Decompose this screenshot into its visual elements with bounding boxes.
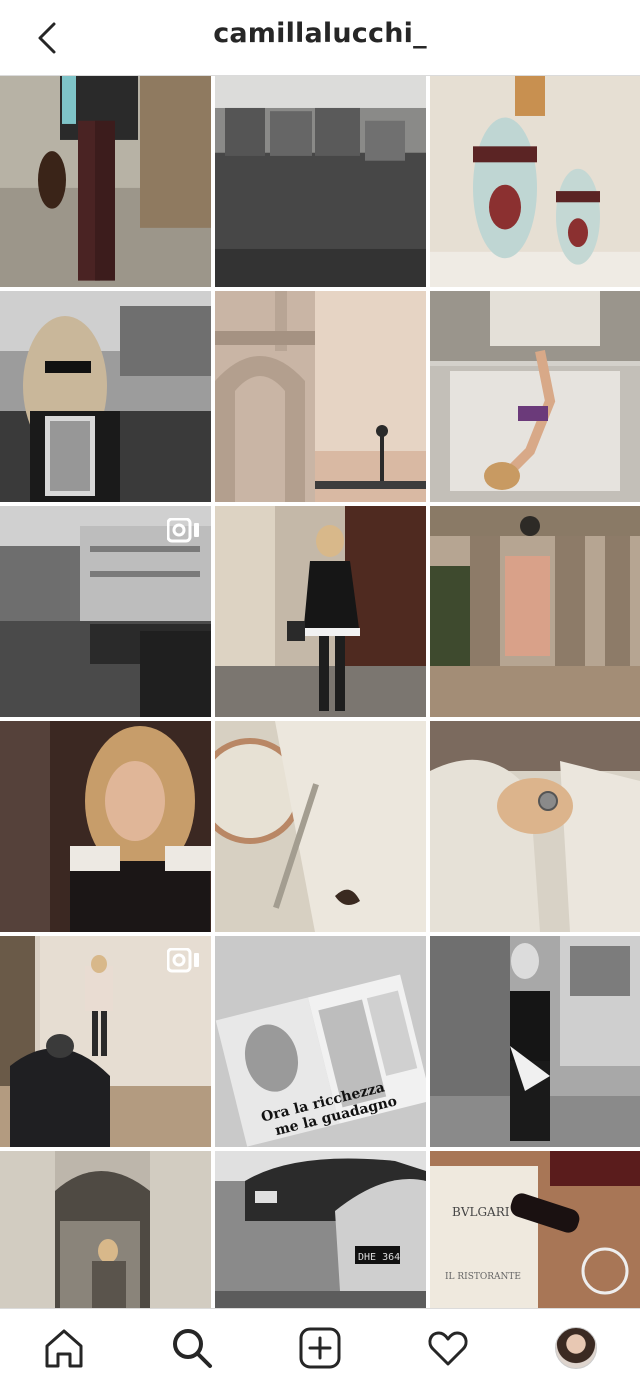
post-image (215, 506, 426, 717)
post-tile-street-boots[interactable] (0, 76, 211, 287)
svg-text:IL RISTORANTE: IL RISTORANTE (445, 1272, 521, 1282)
svg-text:BVLGARI: BVLGARI (452, 1205, 510, 1219)
nav-new-post-button[interactable] (288, 1316, 352, 1380)
post-tile-portrait-blonde[interactable] (0, 721, 211, 932)
posts-grid[interactable]: Ora la ricchezza me la guadagno DHE 364 … (0, 76, 640, 1308)
search-icon (173, 1328, 212, 1368)
profile-avatar (555, 1326, 597, 1369)
post-tile-cars-bw[interactable]: DHE 364 (215, 1151, 426, 1308)
post-image (430, 721, 640, 932)
post-image: Ora la ricchezza me la guadagno (215, 936, 426, 1147)
heart-icon (428, 1331, 468, 1365)
post-image (0, 76, 211, 287)
nav-activity-button[interactable] (416, 1316, 480, 1380)
post-tile-bvlgari-menu[interactable]: BVLGARI IL RISTORANTE (430, 1151, 640, 1308)
post-image (0, 721, 211, 932)
nav-profile-button[interactable] (544, 1316, 608, 1380)
post-tile-sofa[interactable] (215, 76, 426, 287)
post-tile-woman-bed[interactable] (430, 291, 640, 502)
svg-text:DHE 364: DHE 364 (358, 1252, 400, 1263)
post-tile-woman-arcade[interactable] (0, 1151, 211, 1308)
post-tile-eggs[interactable] (430, 76, 640, 287)
post-tile-photoshoot[interactable] (0, 936, 211, 1147)
home-icon (45, 1329, 83, 1367)
post-tile-woman-tram-bw[interactable] (430, 936, 640, 1147)
post-image (430, 76, 640, 287)
nav-home-button[interactable] (32, 1316, 96, 1380)
top-bar: camillalucchi_ (0, 0, 640, 76)
post-image (215, 291, 426, 502)
bottom-navigation (0, 1308, 640, 1386)
post-tile-venice-canal-bw[interactable] (0, 506, 211, 717)
post-image (0, 291, 211, 502)
post-tile-arcade-courtyard[interactable] (430, 506, 640, 717)
post-image: BVLGARI IL RISTORANTE (430, 1151, 640, 1308)
nav-search-button[interactable] (160, 1316, 224, 1380)
post-tile-doge-palace[interactable] (215, 291, 426, 502)
post-tile-magazine[interactable]: Ora la ricchezza me la guadagno (215, 936, 426, 1147)
post-image (215, 76, 426, 287)
post-tile-table-setting[interactable] (215, 721, 426, 932)
post-image (430, 936, 640, 1147)
post-tile-woman-boat-bw[interactable] (0, 291, 211, 502)
post-image: DHE 364 (215, 1151, 426, 1308)
post-image (215, 721, 426, 932)
post-tile-woman-black-dress[interactable] (215, 506, 426, 717)
post-image (0, 1151, 211, 1308)
igtv-video-icon (167, 518, 199, 543)
instagram-profile-screen: camillalucchi_ Ora la ricchezza me la gu… (0, 0, 640, 1386)
post-image (430, 506, 640, 717)
post-image (430, 291, 640, 502)
igtv-video-icon (167, 948, 199, 973)
plus-square-icon (299, 1327, 341, 1368)
profile-username: camillalucchi_ (213, 18, 427, 49)
post-tile-hand-ring[interactable] (430, 721, 640, 932)
